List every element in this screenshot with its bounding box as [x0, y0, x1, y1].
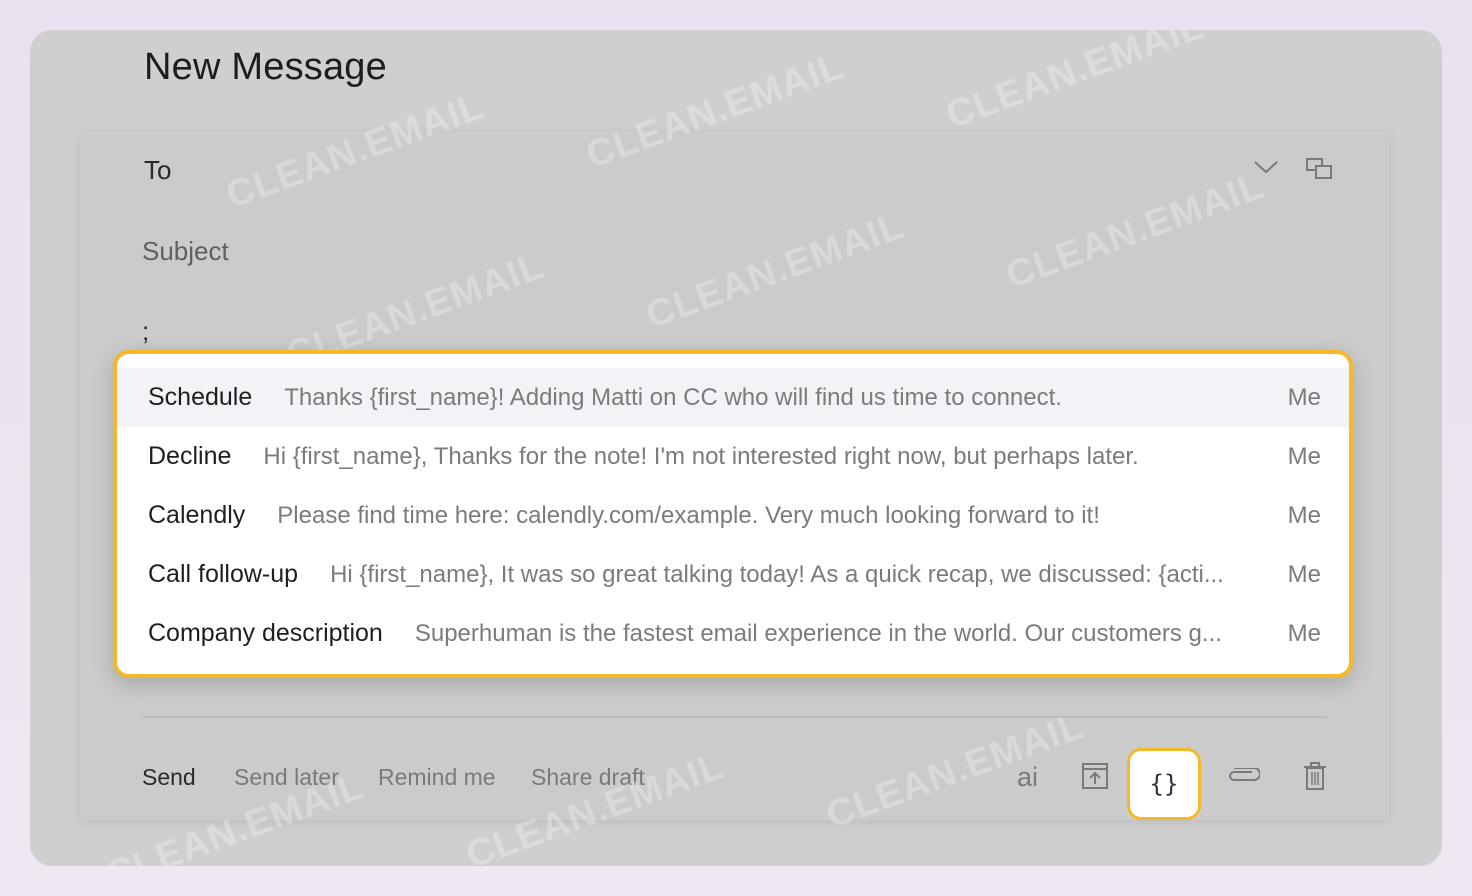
snippet-dropdown: Schedule Thanks {first_name}! Adding Mat… [113, 350, 1353, 678]
snippet-name: Call follow-up [148, 560, 299, 588]
snippet-owner: Me [1287, 384, 1321, 411]
compose-toolbar: Send Send later Remind me Share draft ai… [80, 748, 1389, 820]
snippet-row[interactable]: Company description Superhuman is the fa… [117, 604, 1349, 663]
snippet-name: Schedule [148, 383, 253, 411]
snippet-owner: Me [1287, 561, 1321, 588]
paperclip-icon[interactable] [1226, 768, 1260, 784]
snippet-preview: Superhuman is the fastest email experien… [414, 619, 1222, 647]
backdrop: New Message To Subject ; Send Send later… [0, 0, 1472, 896]
snippet-row[interactable]: Call follow-up Hi {first_name}, It was s… [117, 545, 1349, 604]
snippet-row[interactable]: Schedule Thanks {first_name}! Adding Mat… [117, 368, 1349, 427]
snippet-preview: Please find time here: calendly.com/exam… [277, 501, 1100, 529]
snippet-owner: Me [1287, 502, 1321, 529]
divider [142, 716, 1327, 718]
snippet-preview: Thanks {first_name}! Adding Matti on CC … [284, 383, 1062, 411]
snippet-name: Company description [148, 619, 383, 647]
snippet-row[interactable]: Calendly Please find time here: calendly… [117, 486, 1349, 545]
snippet-row[interactable]: Decline Hi {first_name}, Thanks for the … [117, 427, 1349, 486]
snippet-preview: Hi {first_name}, Thanks for the note! I'… [263, 442, 1139, 470]
snippet-preview: Hi {first_name}, It was so great talking… [330, 560, 1224, 588]
send-button[interactable]: Send [142, 764, 196, 791]
chevron-down-icon[interactable] [1253, 158, 1279, 176]
snippet-owner: Me [1287, 443, 1321, 470]
snippet-name: Calendly [148, 501, 246, 529]
subject-field[interactable]: Subject [142, 236, 229, 267]
page-title: New Message [144, 46, 387, 88]
to-field[interactable]: To [144, 155, 171, 186]
remind-me-button[interactable]: Remind me [378, 764, 496, 791]
snippet-owner: Me [1287, 620, 1321, 647]
popout-icon[interactable] [1306, 158, 1332, 180]
trash-icon[interactable] [1304, 762, 1326, 790]
snippets-button[interactable]: {} [1127, 748, 1201, 820]
ai-button[interactable]: ai [1017, 762, 1038, 793]
archive-icon[interactable] [1082, 762, 1108, 790]
send-later-button[interactable]: Send later [234, 764, 339, 791]
message-body[interactable]: ; [142, 316, 149, 347]
watermark: CLEAN.EMAIL [940, 30, 1210, 138]
share-draft-button[interactable]: Share draft [531, 764, 645, 791]
snippet-name: Decline [148, 442, 232, 470]
